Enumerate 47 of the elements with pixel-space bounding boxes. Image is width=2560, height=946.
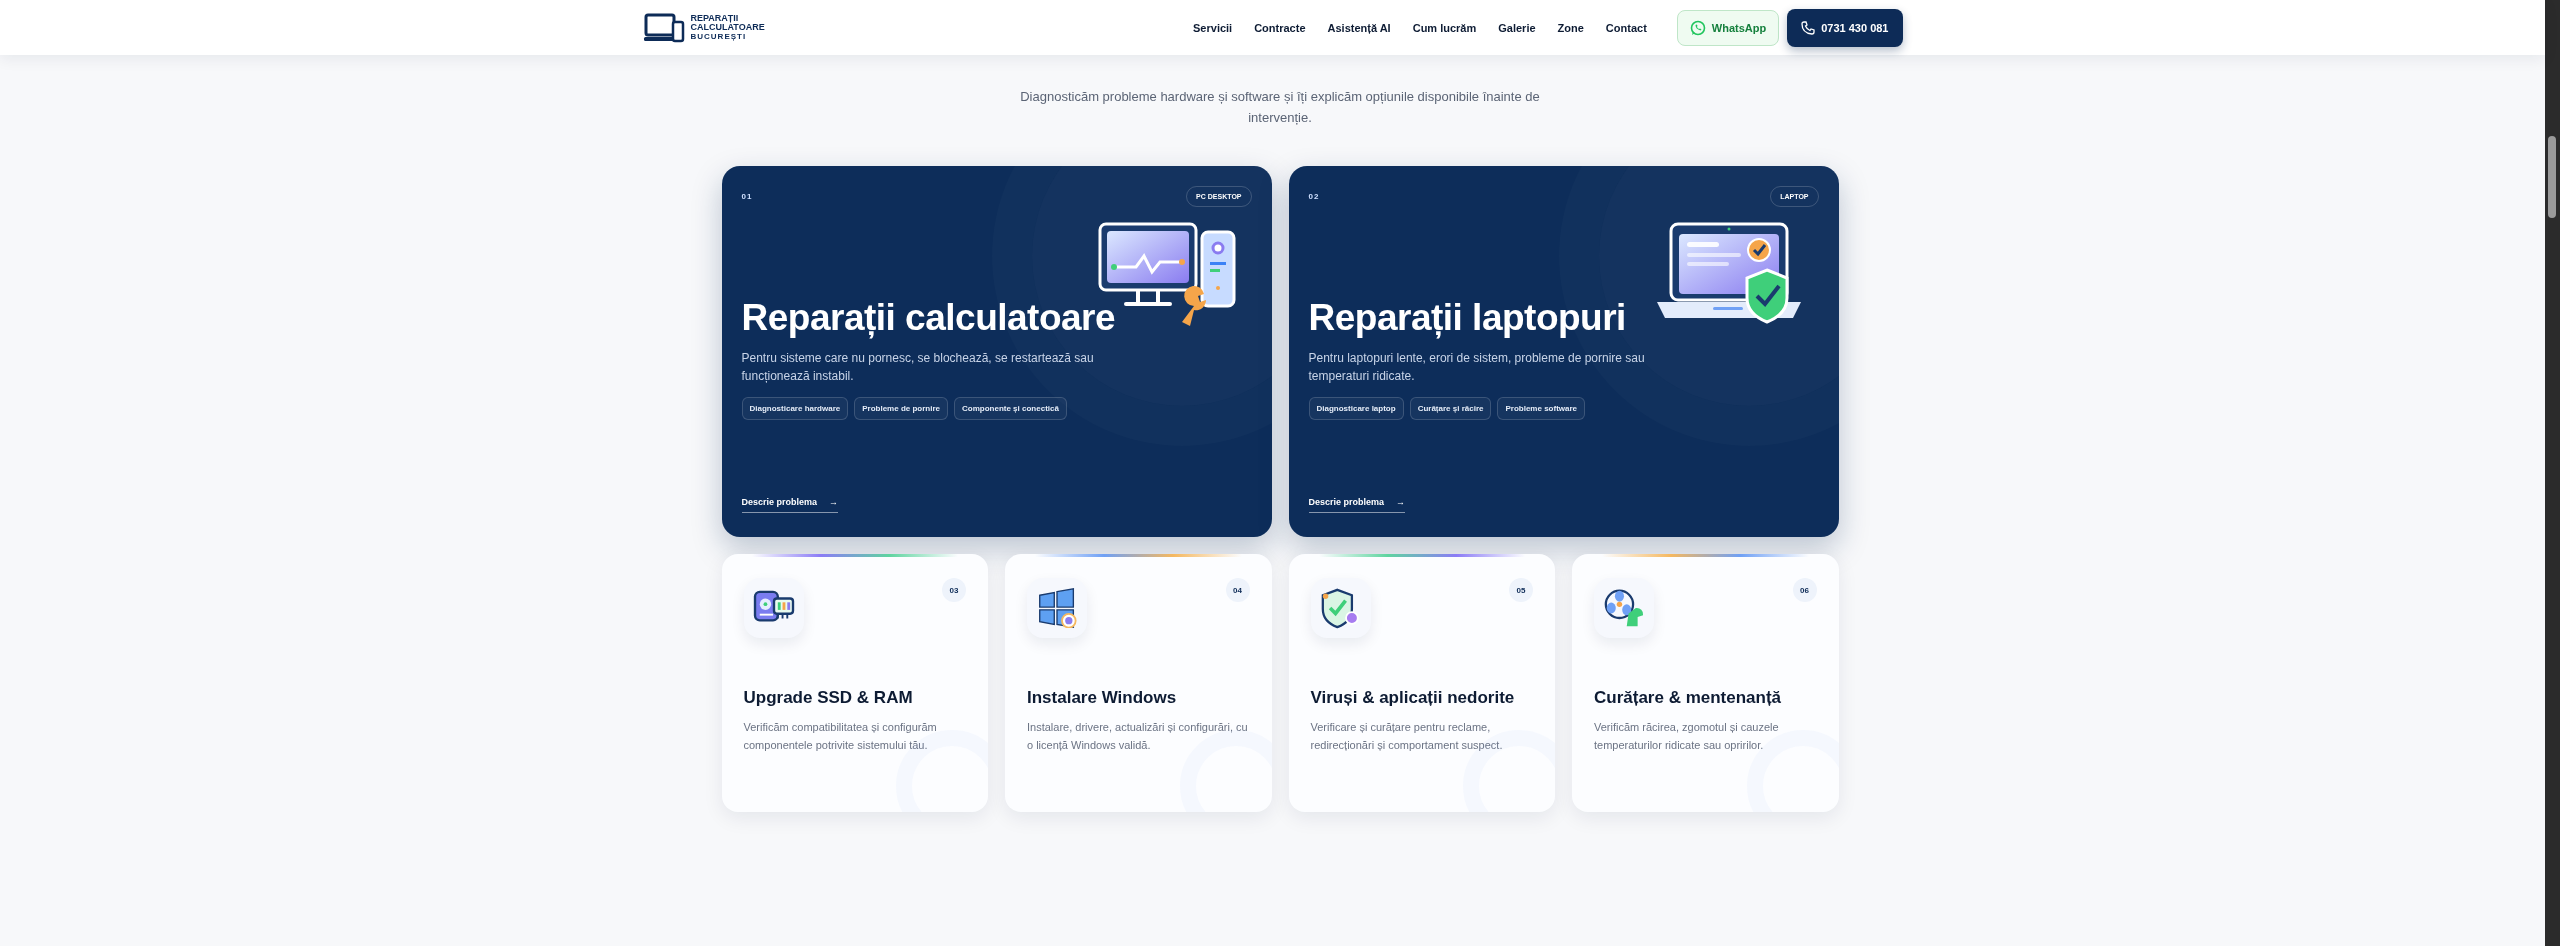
card-title: Reparații calculatoare [741, 297, 1117, 339]
card-title: Curățare & mentenanță [1594, 688, 1783, 708]
nav-link[interactable]: Asistență AI [1327, 21, 1391, 34]
card-description: Pentru sisteme care nu pornesc, se blochează, se restartează sau funcționează instabil. [741, 350, 1095, 385]
logo-text: REPARAȚII [690, 14, 739, 23]
describe-problem-link[interactable]: Descrie problema → [1308, 497, 1406, 513]
card-number: 01 [741, 192, 753, 201]
card-title: Viruși & aplicații nedorite [1310, 688, 1516, 708]
feature-chip: Curățare și răcire [1409, 397, 1492, 420]
nav-link[interactable]: Contact [1605, 21, 1647, 34]
shield-check-icon [1320, 587, 1361, 629]
card-description: Verificare și curățare pentru reclame, redirecționări și comportament suspect. [1310, 720, 1504, 753]
feature-chip: Probleme software [1497, 397, 1586, 420]
nav-link[interactable]: Galerie [1498, 21, 1536, 34]
card-number: 06 [1792, 578, 1817, 602]
card-description: Verificăm răcirea, zgomotul și cauzele temperaturilor ridicate sau opririlor. [1594, 720, 1780, 753]
feature-chip: Diagnosticare laptop [1308, 397, 1404, 420]
card-description: Verificăm compatibilitatea și configurăm componentele potrivite sistemului tău. [743, 720, 938, 753]
fan-repair-icon [1603, 588, 1645, 628]
card-number: 02 [1308, 192, 1320, 201]
logo-tagline: BUCUREȘTI [690, 33, 748, 41]
whatsapp-icon [1689, 19, 1706, 36]
phone-button[interactable]: 0731 430 081 [1787, 8, 1903, 47]
card-description: Instalare, drivere, actualizări și configurări, cu o licență Windows validă. [1027, 720, 1249, 753]
phone-icon [1801, 20, 1816, 35]
card-number: 03 [942, 578, 966, 602]
section-subtitle: Diagnosticăm probleme hardware și software și îți explicăm opțiunile disponibile înainte de intervenție. [1019, 88, 1541, 127]
describe-problem-link[interactable]: Descrie problema → [741, 497, 839, 513]
feature-chip: Componente și conectică [954, 397, 1067, 420]
card-number: 05 [1509, 578, 1533, 602]
whatsapp-button[interactable]: WhatsApp [1676, 9, 1780, 46]
nav-link[interactable]: Contracte [1254, 21, 1306, 34]
scrollbar[interactable] [2545, 0, 2560, 946]
nav-link[interactable]: Servicii [1193, 21, 1233, 34]
nav-link[interactable]: Zone [1557, 21, 1584, 34]
site-logo[interactable]: REPARAȚII CALCULATOARE BUCUREȘTI [642, 11, 765, 44]
card-title: Upgrade SSD & RAM [743, 688, 914, 708]
feature-chip: Diagnosticare hardware [741, 397, 849, 420]
laptop-phone-icon [642, 11, 685, 44]
windows-logo-icon [1037, 588, 1077, 628]
logo-text: CALCULATOARE [690, 23, 765, 32]
feature-chip: Probleme de pornire [854, 397, 948, 420]
card-description: Pentru laptopuri lente, erori de sistem, probleme de pornire sau temperaturi ridicate. [1308, 350, 1646, 385]
card-title: Instalare Windows [1027, 688, 1178, 708]
card-title: Reparații laptopuri [1308, 297, 1627, 339]
card-number: 04 [1225, 578, 1250, 602]
nav-link[interactable]: Cum lucrăm [1412, 21, 1477, 34]
